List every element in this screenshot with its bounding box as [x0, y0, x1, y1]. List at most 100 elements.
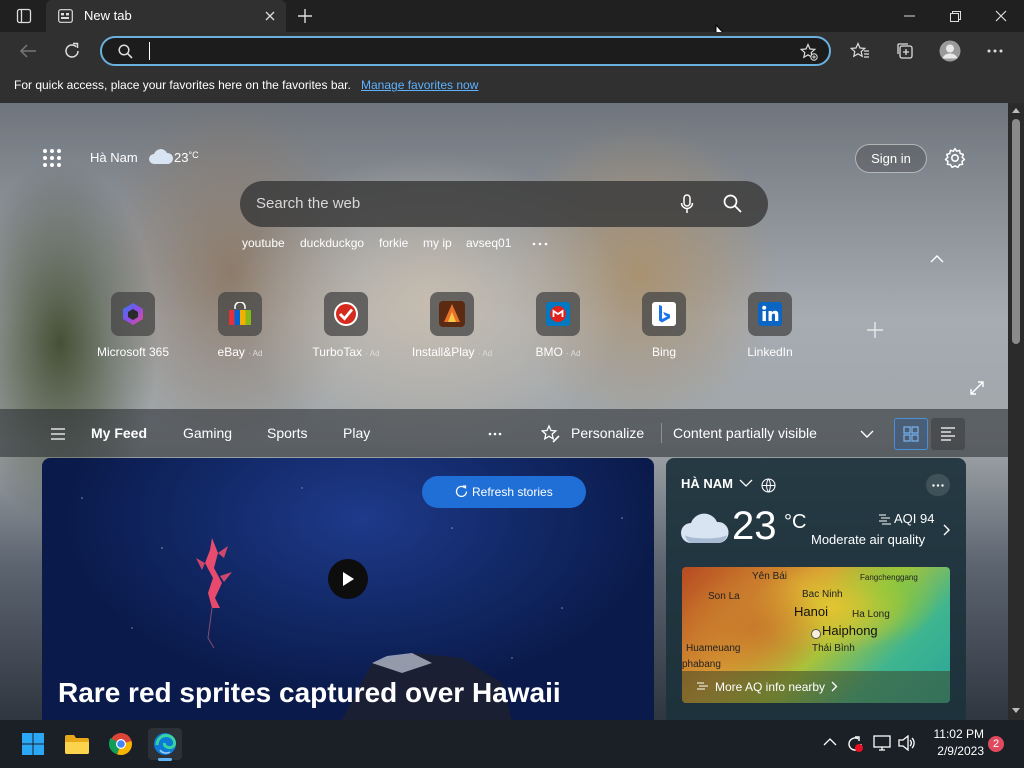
quick-tile[interactable]: BMO · Ad	[514, 292, 602, 359]
clock[interactable]: 11:02 PM 2/9/2023	[924, 727, 984, 758]
display-icon[interactable]	[873, 735, 891, 751]
expand-arrows-icon[interactable]	[970, 381, 984, 395]
scroll-down-icon[interactable]	[1012, 708, 1020, 714]
quick-tile[interactable]: Bing	[620, 292, 708, 359]
app-launcher-icon[interactable]	[42, 148, 62, 168]
map-label: phabang	[682, 659, 721, 670]
personalize-button[interactable]: Personalize	[571, 425, 644, 441]
more-aq-bar[interactable]: More AQ info nearby	[682, 671, 950, 703]
chevron-down-icon[interactable]	[860, 430, 874, 438]
more-aq-chevron-icon	[831, 681, 838, 692]
add-tile-plus-icon[interactable]	[866, 321, 884, 339]
quick-tile[interactable]: TurboTax · Ad	[302, 292, 390, 359]
chevron-right-icon[interactable]	[943, 524, 951, 536]
quick-tile[interactable]: eBay · Ad	[196, 292, 284, 359]
show-hidden-icons[interactable]	[823, 737, 837, 746]
play-video-button[interactable]	[328, 559, 368, 599]
quick-link[interactable]: my ip	[423, 236, 452, 250]
settings-more-icon[interactable]	[981, 38, 1009, 64]
browser-toolbar	[0, 32, 1024, 70]
quick-tile[interactable]: Microsoft 365	[89, 292, 177, 359]
feed-menu-icon[interactable]	[51, 428, 65, 440]
microphone-icon[interactable]	[680, 194, 694, 214]
weather-location[interactable]: HÀ NAM	[681, 476, 733, 491]
feed-more-icon[interactable]	[488, 432, 502, 436]
content-visibility-dropdown[interactable]: Content partially visible	[673, 425, 817, 441]
quick-tile[interactable]: Install&Play · Ad	[408, 292, 496, 359]
feed-tab-play[interactable]: Play	[343, 425, 370, 441]
manage-favorites-link[interactable]: Manage favorites now	[361, 78, 478, 92]
grid-view-button[interactable]	[894, 418, 928, 450]
page-scrollbar[interactable]	[1008, 103, 1024, 720]
feed-tab-sports[interactable]: Sports	[267, 425, 307, 441]
list-view-button[interactable]	[931, 418, 965, 450]
collapse-chevron-up-icon[interactable]	[930, 254, 944, 263]
more-aq-link[interactable]: More AQ info nearby	[715, 680, 825, 694]
profile-avatar-icon[interactable]	[936, 38, 964, 64]
tile-name: LinkedIn	[747, 345, 793, 359]
text-caret	[149, 42, 150, 60]
quick-tile[interactable]: LinkedIn	[726, 292, 814, 359]
location-chevron-icon[interactable]	[739, 479, 753, 487]
weather-more-button[interactable]	[926, 474, 950, 496]
personalize-icon[interactable]	[541, 424, 561, 444]
cloud-icon	[148, 148, 174, 166]
feed-tab-my-feed[interactable]: My Feed	[91, 425, 147, 441]
tile-name: Microsoft 365	[96, 345, 170, 359]
cloudy-weather-icon	[680, 511, 730, 545]
quick-links-more-icon[interactable]	[532, 242, 548, 246]
add-favorite-icon[interactable]	[800, 43, 818, 61]
close-window-button[interactable]	[978, 0, 1024, 32]
linkedin-icon	[748, 292, 792, 336]
network-sync-icon[interactable]	[846, 735, 864, 753]
new-tab-plus-icon[interactable]	[297, 8, 313, 24]
file-explorer-icon[interactable]	[60, 728, 94, 760]
title-bar: New tab	[0, 0, 1024, 44]
refresh-icon	[455, 485, 468, 498]
address-bar[interactable]	[100, 36, 831, 66]
edge-icon[interactable]	[148, 728, 182, 761]
globe-icon[interactable]	[761, 478, 776, 493]
chrome-icon[interactable]	[104, 728, 138, 760]
map-label: Yên Bái	[752, 571, 788, 582]
feed-tab-gaming[interactable]: Gaming	[183, 425, 232, 441]
tab-new-tab[interactable]: New tab	[46, 0, 286, 32]
web-search-icon[interactable]	[723, 194, 742, 213]
turbotax-icon	[324, 292, 368, 336]
refresh-stories-button[interactable]: Refresh stories	[422, 476, 586, 508]
aq-lines-icon	[696, 681, 709, 692]
hero-story-title[interactable]: Rare red sprites captured over Hawaii	[58, 677, 561, 709]
weather-temperature: 23	[732, 504, 777, 548]
notification-badge[interactable]: 2	[988, 736, 1004, 752]
header-temp-unit: °C	[188, 150, 199, 160]
favorites-bar: For quick access, place your favorites h…	[0, 70, 1024, 103]
aqi-value[interactable]: AQI 94	[894, 511, 934, 526]
aqi-description[interactable]: Moderate air quality	[811, 532, 925, 547]
quick-link[interactable]: youtube	[242, 236, 285, 250]
feed-divider	[661, 423, 662, 443]
scroll-up-icon[interactable]	[1012, 107, 1020, 113]
windows-start-icon[interactable]	[16, 728, 50, 760]
back-button[interactable]	[14, 38, 42, 64]
sign-in-button[interactable]: Sign in	[855, 144, 927, 173]
web-search-box[interactable]: Search the web	[240, 181, 768, 227]
air-quality-map[interactable]: Yên Bái Fangchenggang Bac Ninh Son La Ha…	[682, 567, 950, 703]
microsoft365-icon	[111, 292, 155, 336]
tab-actions-icon[interactable]	[16, 8, 32, 24]
close-tab-icon[interactable]	[264, 10, 276, 22]
restore-button[interactable]	[932, 0, 978, 32]
volume-icon[interactable]	[898, 735, 916, 751]
minimize-button[interactable]	[886, 0, 932, 32]
page-settings-gear-icon[interactable]	[944, 147, 966, 169]
quick-link[interactable]: forkie	[379, 236, 408, 250]
address-input[interactable]	[146, 41, 746, 61]
collections-icon[interactable]	[891, 38, 919, 64]
scrollbar-thumb[interactable]	[1012, 119, 1020, 344]
quick-link[interactable]: avseq01	[466, 236, 511, 250]
quick-link[interactable]: duckduckgo	[300, 236, 364, 250]
location-label[interactable]: Hà Nam	[90, 150, 138, 165]
favorites-icon[interactable]	[846, 38, 874, 64]
clock-date: 2/9/2023	[937, 744, 984, 758]
hero-story-card[interactable]: Refresh stories Rare red sprites capture…	[42, 458, 654, 720]
refresh-button[interactable]	[58, 38, 86, 64]
